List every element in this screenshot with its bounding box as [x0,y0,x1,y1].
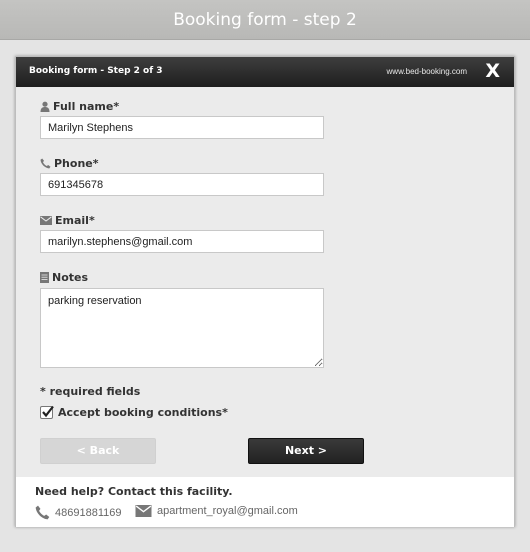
help-panel: Need help? Contact this facility. 486918… [16,477,514,527]
modal-titlebar: Booking form - Step 2 of 3 www.bed-booki… [16,57,514,87]
phone-label-text: Phone* [54,157,99,170]
phone-icon [40,158,51,169]
notes-label: Notes [40,271,88,284]
email-label-text: Email* [55,214,95,227]
notes-icon [40,272,49,283]
checkmark-icon [42,405,54,418]
accept-conditions-checkbox[interactable] [40,405,54,419]
next-button[interactable]: Next > [248,438,364,464]
booking-modal: Booking form - Step 2 of 3 www.bed-booki… [15,56,515,527]
site-url: www.bed-booking.com [386,67,467,76]
accept-conditions-label[interactable]: Accept booking conditions* [58,406,228,419]
email-label: Email* [40,214,95,227]
close-button[interactable]: X [485,60,500,82]
phone-icon [35,505,50,520]
help-phone-number: 48691881169 [55,506,122,519]
help-title: Need help? Contact this facility. [35,485,233,498]
help-phone: 48691881169 [35,505,121,520]
envelope-icon [40,216,52,225]
required-fields-note: * required fields [40,385,141,398]
full-name-label: Full name* [40,100,119,113]
page-header: Booking form - step 2 [0,0,530,40]
phone-label: Phone* [40,157,99,170]
help-email-address: apartment_royal@gmail.com [157,505,298,517]
back-button[interactable]: < Back [40,438,156,464]
notes-textarea[interactable]: parking reservation [40,288,324,368]
envelope-icon [135,505,152,517]
accept-conditions-row[interactable]: Accept booking conditions* [40,405,228,419]
person-icon [40,101,50,112]
help-email: apartment_royal@gmail.com [135,505,298,517]
full-name-label-text: Full name* [53,100,120,113]
full-name-input[interactable] [40,116,324,139]
notes-label-text: Notes [52,271,89,284]
email-input[interactable] [40,230,324,253]
modal-title: Booking form - Step 2 of 3 [29,66,163,76]
phone-input[interactable] [40,173,324,196]
